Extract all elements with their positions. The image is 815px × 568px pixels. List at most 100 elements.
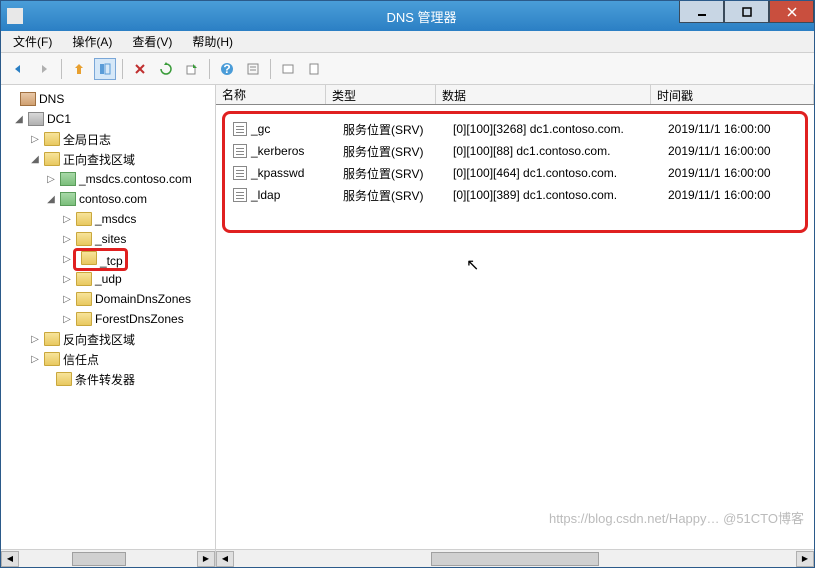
toolbar-separator [61, 59, 62, 79]
watermark: https://blog.csdn.net/Happy… @51CTO博客 [549, 508, 804, 527]
folder-icon [76, 232, 92, 246]
tree-forest-dns[interactable]: ▷ForestDnsZones [1, 309, 215, 329]
expand-icon[interactable]: ▷ [45, 174, 57, 185]
expand-icon[interactable]: ▷ [61, 314, 73, 325]
list-body[interactable]: _gc 服务位置(SRV) [0][100][3268] dc1.contoso… [216, 105, 814, 549]
record-icon [233, 144, 247, 158]
tree-label: 条件转发器 [75, 371, 135, 388]
tree-server[interactable]: ◢ DC1 [1, 109, 215, 129]
help-button[interactable]: ? [216, 58, 238, 80]
record-highlight-box: _gc 服务位置(SRV) [0][100][3268] dc1.contoso… [222, 111, 808, 233]
tree-root-dns[interactable]: DNS [1, 89, 215, 109]
expand-icon[interactable]: ▷ [29, 334, 41, 345]
scroll-left-icon[interactable]: ◀ [216, 551, 234, 567]
window-controls [679, 1, 814, 23]
tree-tcp[interactable]: ▷_tcp [1, 249, 215, 269]
record-data: [0][100][464] dc1.contoso.com. [447, 166, 662, 180]
tree-label: 全局日志 [63, 131, 111, 148]
scroll-track[interactable] [234, 551, 796, 567]
minimize-button[interactable] [679, 1, 724, 23]
expand-icon[interactable]: ▷ [29, 354, 41, 365]
collapse-icon[interactable]: ◢ [29, 154, 41, 165]
record-type: 服务位置(SRV) [337, 121, 447, 138]
up-button[interactable] [68, 58, 90, 80]
zone-icon [60, 192, 76, 206]
tree-domain-dns[interactable]: ▷ DomainDnsZones [1, 289, 215, 309]
titlebar[interactable]: DNS 管理器 [1, 1, 814, 31]
filter-button[interactable] [277, 58, 299, 80]
tree-label: 信任点 [63, 351, 99, 368]
tree-global-log[interactable]: ▷ 全局日志 [1, 129, 215, 149]
tree-cond-fwd[interactable]: 条件转发器 [1, 369, 215, 389]
scroll-thumb[interactable] [72, 552, 125, 566]
tree-contoso[interactable]: ◢contoso.com [1, 189, 215, 209]
record-type: 服务位置(SRV) [337, 165, 447, 182]
scroll-right-icon[interactable]: ▶ [197, 551, 215, 567]
show-tree-button[interactable] [94, 58, 116, 80]
scroll-thumb[interactable] [431, 552, 600, 566]
expand-icon[interactable]: ▷ [61, 234, 73, 245]
folder-icon [81, 251, 97, 265]
tree-msdcs-zone[interactable]: ▷_msdcs.contoso.com [1, 169, 215, 189]
new-button[interactable] [303, 58, 325, 80]
refresh-button[interactable] [155, 58, 177, 80]
expand-icon[interactable]: ▷ [61, 214, 73, 225]
toolbar: ? [1, 53, 814, 85]
dns-manager-window: DNS 管理器 文件(F) 操作(A) 查看(V) 帮助(H) ? DNS ◢D… [0, 0, 815, 568]
tree-udp[interactable]: ▷_udp [1, 269, 215, 289]
record-row[interactable]: _ldap 服务位置(SRV) [0][100][389] dc1.contos… [227, 184, 803, 206]
column-timestamp[interactable]: 时间戳 [651, 85, 814, 104]
tree-sites[interactable]: ▷_sites [1, 229, 215, 249]
record-time: 2019/11/1 16:00:00 [662, 166, 803, 180]
collapse-icon[interactable]: ◢ [45, 194, 57, 205]
expand-icon[interactable]: ▷ [61, 294, 73, 305]
folder-icon [44, 332, 60, 346]
record-row[interactable]: _kerberos 服务位置(SRV) [0][100][88] dc1.con… [227, 140, 803, 162]
forward-button[interactable] [33, 58, 55, 80]
toolbar-separator [122, 59, 123, 79]
tree-pane[interactable]: DNS ◢ DC1 ▷ 全局日志 ◢ 正向查找区域 ▷_msdcs.contoso.c… [1, 85, 216, 549]
scroll-right-icon[interactable]: ▶ [796, 551, 814, 567]
folder-icon [76, 272, 92, 286]
back-button[interactable] [7, 58, 29, 80]
tree-forward-zone[interactable]: ◢ 正向查找区域 [1, 149, 215, 169]
maximize-button[interactable] [724, 1, 769, 23]
server-icon [28, 112, 44, 126]
tree-msdcs[interactable]: ▷_msdcs [1, 209, 215, 229]
app-icon [7, 8, 23, 24]
column-type[interactable]: 类型 [326, 85, 436, 104]
tree-label: DomainDnsZones [95, 292, 191, 306]
menu-view[interactable]: 查看(V) [124, 31, 180, 52]
properties-button[interactable] [242, 58, 264, 80]
folder-icon [56, 372, 72, 386]
tree-label: DNS [39, 92, 64, 106]
menu-file[interactable]: 文件(F) [5, 31, 60, 52]
tree-scrollbar[interactable]: ◀ ▶ [1, 549, 216, 567]
expand-icon[interactable]: ▷ [61, 274, 73, 285]
column-data[interactable]: 数据 [436, 85, 651, 104]
record-row[interactable]: _gc 服务位置(SRV) [0][100][3268] dc1.contoso… [227, 118, 803, 140]
collapse-icon[interactable]: ◢ [13, 114, 25, 125]
record-icon [233, 188, 247, 202]
list-scrollbar[interactable]: ◀ ▶ [216, 549, 814, 567]
menu-help[interactable]: 帮助(H) [184, 31, 241, 52]
expand-icon[interactable]: ▷ [61, 254, 73, 265]
scroll-track[interactable] [19, 551, 197, 567]
tree-trust[interactable]: ▷ 信任点 [1, 349, 215, 369]
scroll-left-icon[interactable]: ◀ [1, 551, 19, 567]
folder-icon [44, 352, 60, 366]
list-pane: 名称 类型 数据 时间戳 _gc 服务位置(SRV) [0][100][3268… [216, 85, 814, 549]
record-row[interactable]: _kpasswd 服务位置(SRV) [0][100][464] dc1.con… [227, 162, 803, 184]
delete-button[interactable] [129, 58, 151, 80]
tree-label: DC1 [47, 112, 71, 126]
menu-action[interactable]: 操作(A) [64, 31, 120, 52]
column-name[interactable]: 名称 [216, 85, 326, 104]
folder-icon [76, 312, 92, 326]
expand-icon[interactable]: ▷ [29, 134, 41, 145]
tree-reverse-zone[interactable]: ▷反向查找区域 [1, 329, 215, 349]
close-button[interactable] [769, 1, 814, 23]
list-header: 名称 类型 数据 时间戳 [216, 85, 814, 105]
menubar: 文件(F) 操作(A) 查看(V) 帮助(H) [1, 31, 814, 53]
tree-label: 正向查找区域 [63, 151, 135, 168]
export-button[interactable] [181, 58, 203, 80]
